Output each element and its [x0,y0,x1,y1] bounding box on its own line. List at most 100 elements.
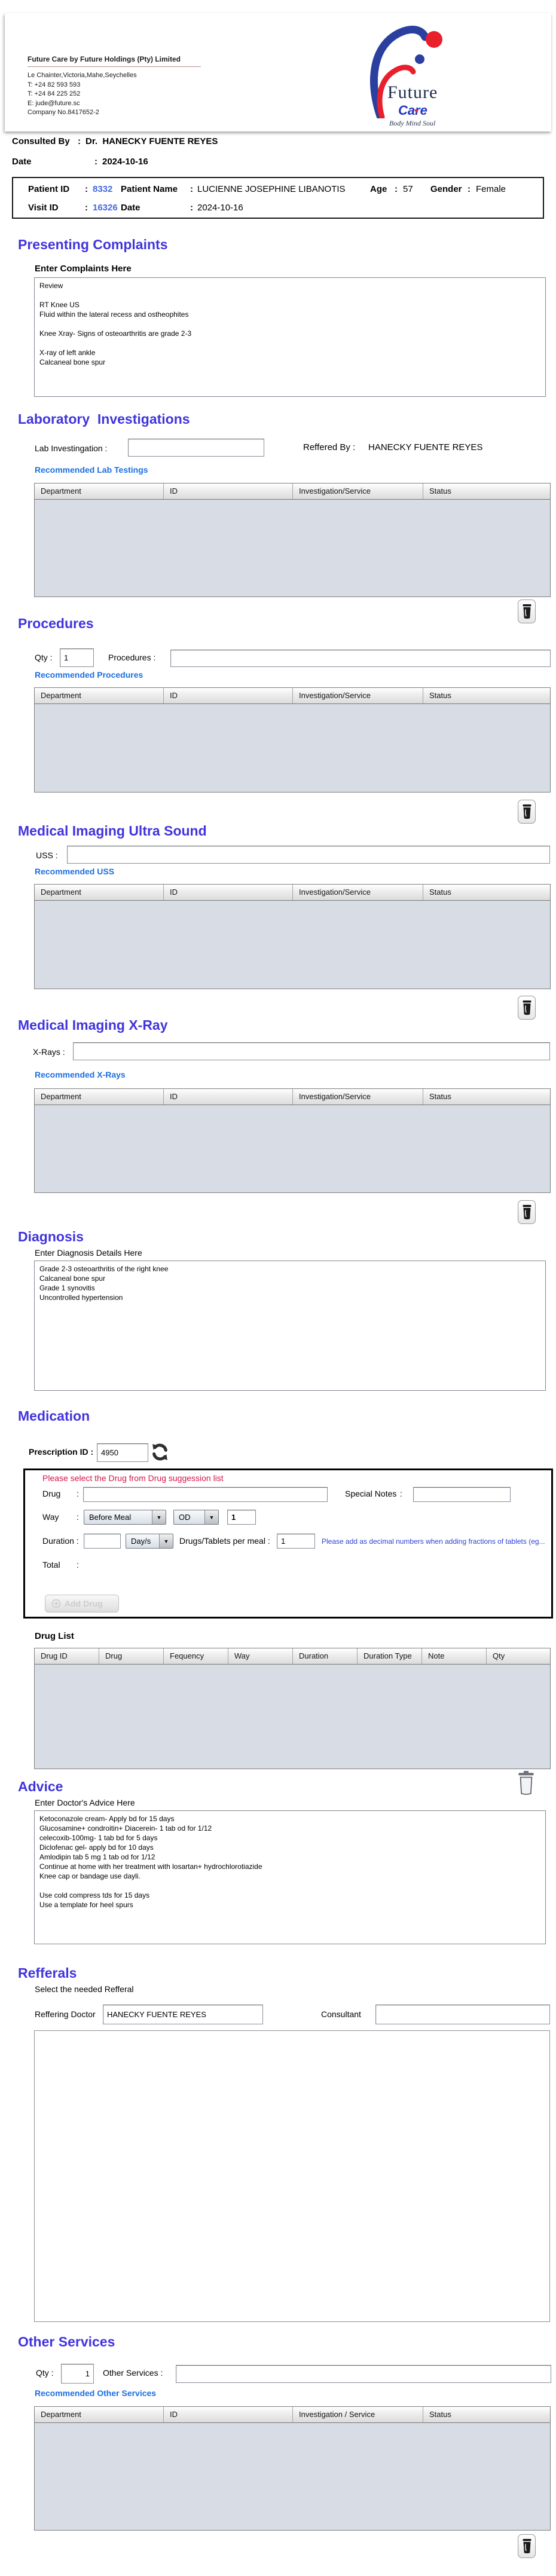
refresh-icon[interactable] [151,1443,169,1461]
other-services-table-body[interactable] [35,2423,550,2530]
total-label: Total [42,1560,60,1570]
other-services-delete-button[interactable] [518,2534,536,2558]
advice-label: Enter Doctor's Advice Here [35,1798,135,1807]
column-header[interactable]: Department [35,688,164,703]
column-header[interactable]: Status [423,484,550,499]
reffering-doctor-input[interactable] [103,2005,263,2024]
column-header[interactable]: ID [164,1089,293,1105]
special-notes-input[interactable] [413,1487,511,1502]
logo-word-care: Care [398,103,427,118]
column-header[interactable]: Way [228,1648,293,1664]
other-services-input[interactable] [176,2365,551,2383]
column-header[interactable]: Department [35,2407,164,2422]
column-header[interactable]: Investigation / Service [293,2407,423,2422]
diagnosis-label: Enter Diagnosis Details Here [35,1248,142,1258]
section-heading-xray: Medical Imaging X-Ray [18,1017,168,1033]
advice-textarea[interactable]: Ketoconazole cream- Apply bd for 15 days… [34,1810,546,1944]
chevron-down-icon: ▼ [204,1510,218,1524]
column-header[interactable]: Duration Type [358,1648,422,1664]
column-header[interactable]: Investigation/Service [293,885,423,900]
drug-suggestion-note: Please select the Drug from Drug suggess… [42,1473,224,1483]
procedures-table-body[interactable] [35,704,550,792]
lab-investigation-input[interactable] [128,439,264,457]
xray-table-header: Department ID Investigation/Service Stat… [35,1089,550,1105]
column-header[interactable]: Qty [487,1648,550,1664]
section-heading-procedures: Procedures [18,616,94,631]
column-header[interactable]: ID [164,484,293,499]
medication-entry-panel: Please select the Drug from Drug suggess… [23,1468,553,1619]
lab-delete-button[interactable] [518,599,536,623]
address-line: T: +24 84 225 252 [28,90,81,97]
procedures-label: Procedures : [108,653,156,662]
xray-delete-button[interactable] [518,1200,536,1224]
column-header[interactable]: Duration [293,1648,358,1664]
way-qty-input[interactable] [227,1510,256,1525]
address-line: Le Chainter,Victoria,Mahe,Seychelles [28,72,137,79]
drug-input[interactable] [83,1487,328,1502]
refferals-sub-label: Select the needed Refferal [35,1984,134,1994]
column-header[interactable]: Investigation/Service [293,484,423,499]
visit-id-value: 16326 [93,203,118,213]
consulted-by-value: Dr. HANECKY FUENTE REYES [85,136,218,146]
column-header[interactable]: Status [423,2407,550,2422]
procedures-table-header: Department ID Investigation/Service Stat… [35,688,550,704]
plus-circle-icon [51,1599,61,1608]
patient-id-label: Patient ID [28,184,70,194]
procedures-delete-button[interactable] [518,800,536,824]
drug-list-table-body[interactable] [35,1665,550,1769]
frequency-select[interactable]: OD ▼ [173,1510,219,1525]
recommended-uss-label: Recommended USS [35,867,115,876]
trash-icon [523,1001,531,1015]
xray-input[interactable] [73,1042,550,1060]
uss-table-body[interactable] [35,901,550,989]
procedures-qty-input[interactable] [60,648,94,667]
other-services-table-header: Department ID Investigation / Service St… [35,2407,550,2423]
complaints-textarea[interactable]: Review RT Knee US Fluid within the later… [34,277,546,397]
reffering-doctor-label: Reffering Doctor [35,2009,96,2019]
column-header[interactable]: Investigation/Service [293,1089,423,1105]
column-header[interactable]: Status [423,688,550,703]
xray-table-body[interactable] [35,1105,550,1192]
age-label: Age [370,184,387,194]
consult-date-colon: : [94,157,97,167]
reffered-by-label: Reffered By : [303,442,356,452]
refferals-listbox[interactable] [34,2030,550,2322]
column-header[interactable]: Department [35,484,164,499]
prescription-id-input[interactable] [97,1443,148,1462]
column-header[interactable]: Status [423,1089,550,1105]
duration-unit-select[interactable]: Day/s ▼ [126,1534,173,1549]
diagnosis-textarea[interactable]: Grade 2-3 osteoarthritis of the right kn… [34,1261,546,1391]
column-header[interactable]: Department [35,1089,164,1105]
column-header[interactable]: Drug [99,1648,164,1664]
patient-info-box: Patient ID : 8332 Patient Name : LUCIENN… [12,177,544,219]
column-header[interactable]: ID [164,2407,293,2422]
procedures-input[interactable] [170,650,551,667]
column-header[interactable]: Drug ID [35,1648,99,1664]
uss-delete-button[interactable] [518,996,536,1020]
column-header[interactable]: ID [164,885,293,900]
column-header[interactable]: Note [422,1648,487,1664]
column-header[interactable]: Status [423,885,550,900]
meal-timing-select[interactable]: Before Meal ▼ [84,1510,166,1525]
chevron-down-icon: ▼ [159,1534,173,1548]
column-header[interactable]: ID [164,688,293,703]
company-name: Future Care by Future Holdings (Pty) Lim… [28,55,201,67]
per-meal-label: Drugs/Tablets per meal : [179,1536,270,1546]
column-header[interactable]: Fequency [164,1648,228,1664]
per-meal-input[interactable] [277,1534,315,1549]
special-notes-label: Special Notes [345,1489,397,1498]
advice-delete-button[interactable] [517,1770,536,1795]
other-qty-input[interactable] [61,2364,94,2384]
section-heading-medication: Medication [18,1408,90,1424]
company-address: Le Chainter,Victoria,Mahe,Seychelles T: … [28,71,137,118]
column-header[interactable]: Department [35,885,164,900]
column-header[interactable]: Investigation/Service [293,688,423,703]
frequency-value: OD [179,1513,191,1522]
uss-input[interactable] [67,846,550,864]
lab-table-body[interactable] [35,500,550,596]
consultant-input[interactable] [375,2005,550,2024]
duration-input[interactable] [84,1534,121,1549]
add-drug-button[interactable]: Add Drug [45,1595,119,1613]
add-drug-button-label: Add Drug [65,1599,103,1608]
drug-list-table-header: Drug ID Drug Fequency Way Duration Durat… [35,1648,550,1665]
